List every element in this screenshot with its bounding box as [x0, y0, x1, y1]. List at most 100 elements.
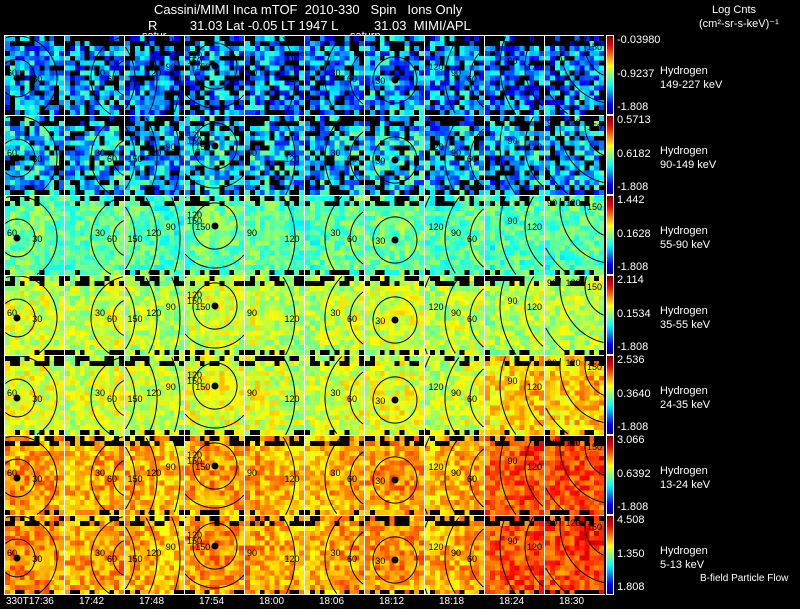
contour-label: 120 [146, 468, 161, 478]
x-tick-label: 330T17:36 [6, 596, 54, 607]
colorbar-tick-label: 0.5713 [617, 114, 651, 126]
contour-label: 30 [95, 468, 105, 478]
contour-label: 90 [247, 308, 257, 318]
contour-label: 120 [146, 228, 161, 238]
contour-label: 150 [128, 314, 143, 324]
contour-label: 30 [331, 148, 341, 158]
contour-label: 120 [566, 38, 581, 48]
contour-label: 120 [187, 450, 202, 460]
colorbar-tick-label: 0.3640 [617, 388, 651, 400]
heatmap-panel: 120 90 [244, 35, 304, 115]
contour-label: 150 [128, 474, 143, 484]
heatmap-panel: 150 150 120 [184, 275, 244, 355]
field-contour [545, 487, 569, 515]
heatmap-panel: 120 90 [484, 275, 544, 355]
field-contour [425, 436, 431, 515]
heatmap-panel: 60 30 [304, 515, 364, 595]
colorbar [606, 35, 614, 115]
x-tick-label: 17:42 [79, 596, 105, 607]
x-tick-label: 17:54 [199, 596, 225, 607]
heatmap-panel: 120 90 [484, 195, 544, 275]
energy-label: 13-24 keV [660, 479, 711, 491]
heatmap-panel: 60 30 [304, 355, 364, 435]
contour-label: 150 [587, 42, 602, 52]
heatmap-panel: 150 120 90 [544, 355, 604, 435]
contour-label: 120 [187, 50, 202, 60]
heatmap-panel: 150 120 90 [124, 35, 184, 115]
heatmap-panel: 30 [364, 275, 424, 355]
colorbar-tick-label: 0.1534 [617, 308, 651, 320]
contour-label: 120 [285, 394, 300, 404]
heatmap-panel: 30 [364, 435, 424, 515]
colorbar-tick-label: 0.1628 [617, 228, 651, 240]
heatmap-panel: 60 30 [304, 435, 364, 515]
saturn-marker-icon [391, 236, 399, 244]
contour-label: 90 [508, 296, 518, 306]
contour-label: 60 [107, 394, 117, 404]
contour-label: 150 [587, 122, 602, 132]
contour-label: 30 [331, 68, 341, 78]
colorbar-tick-label: 2.536 [617, 354, 645, 366]
contour-label: 120 [566, 438, 581, 448]
field-contour [499, 36, 517, 115]
contour-label: 90 [547, 438, 557, 448]
contour-label: 60 [467, 474, 477, 484]
contour-label: 120 [527, 382, 542, 392]
colorbar-tick-label: 2.114 [617, 274, 644, 286]
saturn-marker-icon [391, 76, 399, 84]
heatmap-panel: 30 60 [4, 115, 64, 195]
x-tick-label: 18:18 [439, 596, 465, 607]
contour-label: 30 [375, 236, 385, 246]
contour-label: 120 [187, 530, 202, 540]
saturn-marker-icon [13, 474, 21, 482]
contour-label: 150 [128, 234, 143, 244]
contour-label: 120 [527, 142, 542, 152]
energy-label: 149-227 keV [660, 79, 723, 91]
field-contour [499, 436, 517, 515]
species-label: Hydrogen [660, 145, 708, 157]
contour-label: 120 [527, 302, 542, 312]
contour-label: 90 [508, 216, 518, 226]
contour-label: 30 [32, 554, 42, 564]
saturn-marker-icon [13, 154, 21, 162]
field-contour [171, 277, 181, 353]
legend-bfield: B-field Particle Flow [700, 573, 789, 584]
row-label: Hydrogen 13-24 keV [660, 464, 710, 492]
heatmap-panel: 60 30 [64, 515, 124, 595]
contour-label: 120 [146, 548, 161, 558]
contour-label: 30 [95, 388, 105, 398]
contour-label: 90 [508, 136, 518, 146]
contour-label: 30 [375, 76, 385, 86]
heatmap-panel: 30 60 [4, 355, 64, 435]
contour-label: 60 [347, 234, 357, 244]
contour-label: 90 [247, 548, 257, 558]
contour-label: 120 [429, 222, 444, 232]
contour-label: 30 [32, 234, 42, 244]
colorbar [606, 195, 614, 275]
heatmap-panel: 60 30 [304, 275, 364, 355]
field-contour [545, 567, 569, 595]
heatmap-panel: 150 150 120 [184, 355, 244, 435]
plot-title: Cassini/MIMI Inca mTOF 2010-330 Spin Ion… [154, 2, 463, 17]
field-contour [545, 407, 569, 435]
colorbar-tick-label: 1.442 [617, 194, 645, 206]
species-label: Hydrogen [660, 305, 708, 317]
contour-label: 90 [547, 38, 557, 48]
contour-label: 60 [467, 314, 477, 324]
contour-label: 120 [429, 542, 444, 552]
field-contour [499, 196, 517, 275]
x-tick-label: 18:00 [259, 596, 285, 607]
saturn-marker-icon [211, 62, 219, 70]
row-label: Hydrogen 35-55 keV [660, 304, 710, 332]
contour-label: 30 [375, 396, 385, 406]
field-contour [425, 356, 431, 435]
contour-label: 120 [429, 462, 444, 472]
contour-label: 120 [187, 130, 202, 140]
energy-label: 90-149 keV [660, 159, 717, 171]
heatmap-panel: 120 90 [244, 275, 304, 355]
contour-label: 60 [467, 154, 477, 164]
contour-label: 120 [566, 118, 581, 128]
heatmap-panel: 60 30 [304, 35, 364, 115]
colorbar-tick-label: -1.808 [617, 181, 649, 193]
colorbar-tick-label: 0.6392 [617, 468, 651, 480]
